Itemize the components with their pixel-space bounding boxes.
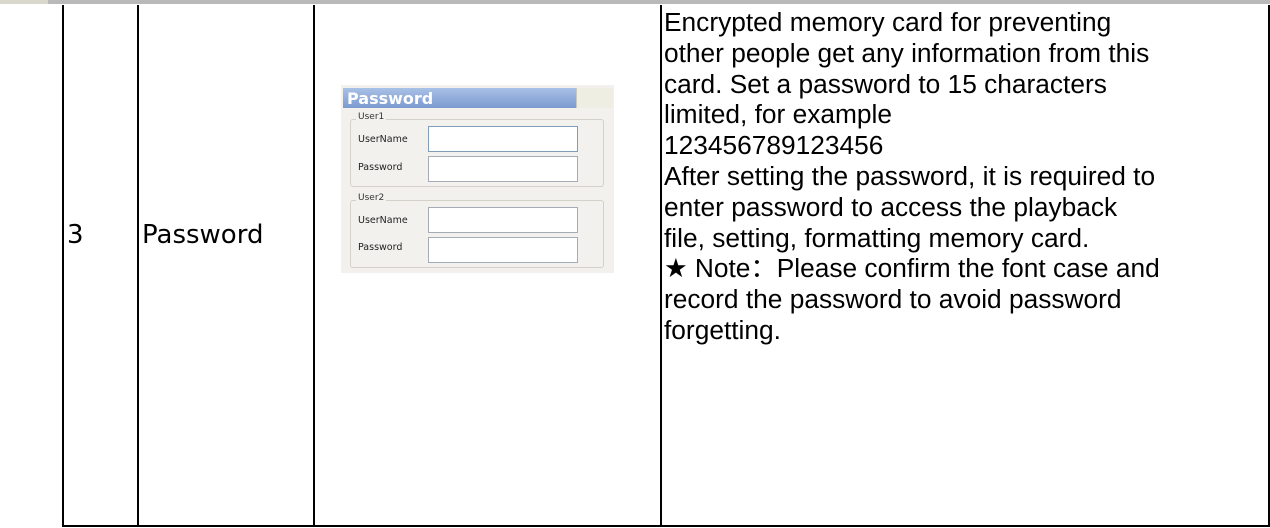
description-line: file, setting, formatting memory card. (664, 222, 1090, 253)
top-border-strip (0, 0, 1270, 4)
user2-password-field[interactable] (428, 237, 578, 263)
description-line: Encrypted memory card for preventing (664, 7, 1112, 37)
table-border-bottom (62, 525, 1270, 527)
password-settings-screenshot: Password User1 UserName Password User2 U… (341, 85, 614, 273)
password-label: Password (358, 162, 403, 173)
table-divider-3 (660, 5, 662, 527)
user2-username-field[interactable] (428, 207, 578, 233)
description-line: enter password to access the playback (664, 191, 1118, 222)
description-line: 123456789123456 (664, 130, 884, 161)
table-divider-2 (313, 5, 315, 527)
row-name: Password (142, 220, 264, 250)
username-label: UserName (358, 134, 408, 145)
description-line: After setting the password, it is requir… (664, 160, 1156, 191)
description-line: ★ Note：Please confirm the font case and (664, 253, 1160, 284)
top-border-strip-left (0, 0, 48, 4)
description-line: limited, for example (664, 99, 892, 130)
description-line: card. Set a password to 15 characters (664, 68, 1107, 99)
row-number: 3 (67, 220, 84, 250)
user1-username-field[interactable] (428, 126, 578, 152)
username-label: UserName (358, 215, 408, 226)
panel-title: Password (347, 89, 434, 108)
user1-group: User1 UserName Password (350, 112, 604, 187)
description-line: forgetting. (664, 314, 781, 345)
panel-title-bar: Password (343, 88, 576, 108)
password-label: Password (358, 242, 403, 253)
settings-table: 3 Password Encrypted memory card for pre… (62, 5, 1270, 527)
description-line: record the password to avoid password (664, 284, 1122, 315)
row-description: Encrypted memory card for preventing oth… (664, 7, 1264, 346)
table-divider-1 (137, 5, 139, 527)
description-line: other people get any information from th… (664, 37, 1150, 68)
title-bar-tab (576, 88, 613, 108)
user2-group: User2 UserName Password (350, 193, 604, 268)
group-legend: User1 (356, 112, 387, 122)
user1-password-field[interactable] (428, 156, 578, 182)
table-border-left (62, 5, 64, 527)
group-legend: User2 (356, 193, 387, 203)
